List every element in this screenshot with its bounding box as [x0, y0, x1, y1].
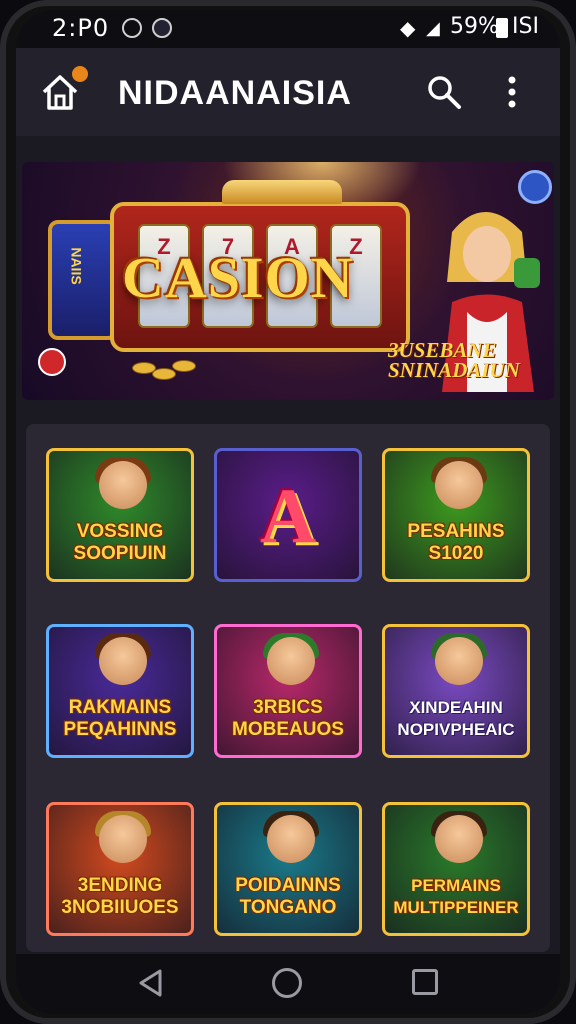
- phone-frame: 2:P0 ◆ ◢ 59% ISI NIDAANAISIA NAIIS Z 7 A…: [0, 0, 576, 1024]
- character-face: [267, 815, 315, 863]
- battery-percent: 59%: [450, 14, 499, 39]
- side-panel-text: NAIIS: [68, 247, 85, 285]
- character-face: [99, 815, 147, 863]
- character-face: [99, 637, 147, 685]
- character-face: [435, 461, 483, 509]
- game-tile[interactable]: XINDEAHIN NOPIVPHEAIC: [382, 624, 530, 758]
- game-title: PERMAINS MULTIPPEINER: [393, 876, 519, 917]
- game-grid: VOSSING SOOPIUIN A PESAHINS S1020 RAKMAINS…: [26, 424, 550, 952]
- character-face: [435, 815, 483, 863]
- wifi-icon: ◆: [400, 16, 416, 40]
- character-face: [435, 637, 483, 685]
- side-panel: NAIIS: [48, 220, 118, 340]
- more-vert-icon[interactable]: [504, 74, 520, 110]
- app-title: NIDAANAISIA: [118, 74, 352, 112]
- recent-apps-icon[interactable]: [412, 969, 438, 995]
- game-tile[interactable]: PESAHINS S1020: [382, 448, 530, 582]
- game-tile[interactable]: 3RBICS MOBEAUOS: [214, 624, 362, 758]
- game-title: PESAHINS S1020: [407, 521, 505, 564]
- promo-banner[interactable]: NAIIS Z 7 A Z CASION 3USEBANE SNINADAIUN: [22, 162, 554, 400]
- banner-title: CASION: [122, 245, 354, 310]
- game-title: RAKMAINS PEQAHINNS: [63, 697, 177, 740]
- game-title: VOSSING SOOPIUIN: [73, 521, 167, 564]
- game-tile[interactable]: RAKMAINS PEQAHINNS: [46, 624, 194, 758]
- game-tile[interactable]: PERMAINS MULTIPPEINER: [382, 802, 530, 936]
- notification-badge: [72, 66, 88, 82]
- screen: 2:P0 ◆ ◢ 59% ISI NIDAANAISIA NAIIS Z 7 A…: [16, 10, 560, 1014]
- status-time: 2:P0: [52, 14, 110, 42]
- status-bar: 2:P0 ◆ ◢ 59% ISI: [16, 10, 560, 48]
- game-tile[interactable]: A: [214, 448, 362, 582]
- coin: [152, 368, 176, 380]
- signal-icon: ◢: [426, 18, 440, 39]
- back-icon[interactable]: [136, 968, 166, 998]
- banner-subtitle: 3USEBANE SNINADAIUN: [388, 338, 520, 382]
- search-icon[interactable]: [426, 74, 462, 110]
- sync-icon: [122, 18, 142, 38]
- game-title: XINDEAHIN NOPIVPHEAIC: [397, 698, 515, 739]
- character-face: [267, 637, 315, 685]
- game-title: 3RBICS MOBEAUOS: [232, 697, 344, 740]
- battery-icon: [496, 18, 508, 38]
- camera-icon: [152, 18, 172, 38]
- system-nav-bar: [16, 954, 560, 1014]
- character-face: [99, 461, 147, 509]
- crown-ornament: [222, 180, 342, 204]
- coin: [172, 360, 196, 372]
- game-title: 3ENDING 3NOBIIUOES: [61, 875, 179, 918]
- banner-pin-icon: [38, 348, 66, 376]
- game-title: POIDAINNS TONGANO: [235, 875, 341, 918]
- app-bar: NIDAANAISIA: [16, 48, 560, 136]
- game-letter: A: [259, 472, 317, 559]
- carrier-label: ISI: [512, 14, 539, 39]
- game-tile[interactable]: 3ENDING 3NOBIIUOES: [46, 802, 194, 936]
- game-tile[interactable]: VOSSING SOOPIUIN: [46, 448, 194, 582]
- home-circle-icon[interactable]: [272, 968, 302, 998]
- game-tile[interactable]: POIDAINNS TONGANO: [214, 802, 362, 936]
- banner-badge-icon[interactable]: [518, 170, 552, 204]
